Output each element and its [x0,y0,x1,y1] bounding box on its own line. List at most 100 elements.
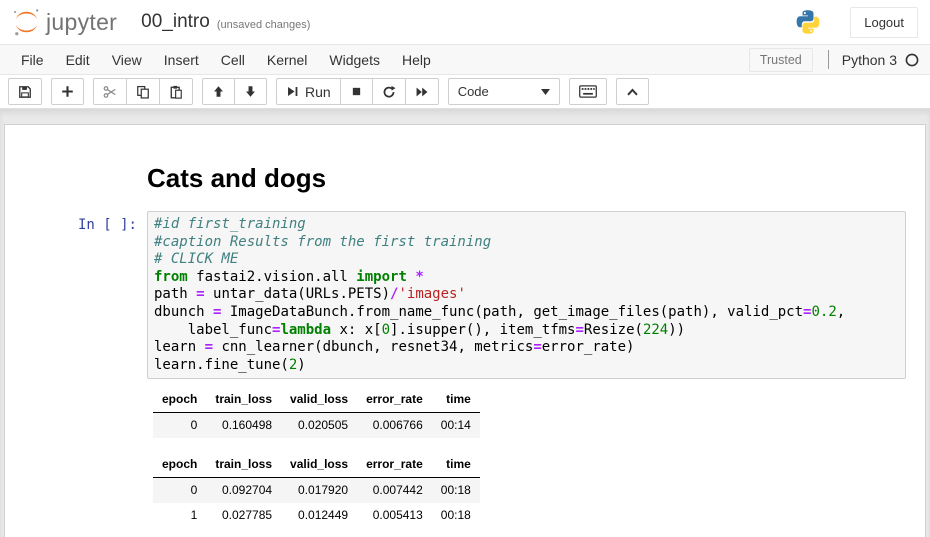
copy-cell-button[interactable] [126,78,160,105]
command-palette-button[interactable] [569,78,607,105]
code-area: #id first_training#caption Results from … [154,216,899,374]
code-line: #caption Results from the first training [154,234,899,252]
column-header: valid_loss [281,387,357,413]
table-cell: 0 [153,413,206,439]
kernel-status-icon [904,52,920,68]
column-header: epoch [153,452,206,478]
notebook-container: Cats and dogs In [ ]: #id first_training… [4,124,926,537]
column-header: time [432,387,480,413]
chevron-up-icon [626,87,639,97]
code-cell[interactable]: In [ ]: #id first_training#caption Resul… [5,211,925,379]
table-cell: 0.027785 [206,503,281,528]
code-input-area[interactable]: #id first_training#caption Results from … [147,211,906,379]
menu-item-insert[interactable]: Insert [153,52,210,68]
table-cell: 0 [153,478,206,504]
run-button[interactable]: Run [276,78,341,105]
menu-item-view[interactable]: View [101,52,153,68]
menu-item-help[interactable]: Help [391,52,442,68]
table-cell: 0.092704 [206,478,281,504]
menu-item-edit[interactable]: Edit [55,52,101,68]
menu-item-cell[interactable]: Cell [210,52,256,68]
menubar: File Edit View Insert Cell Kernel Widget… [0,44,930,75]
autosave-status: (unsaved changes) [217,14,311,31]
column-header: time [432,452,480,478]
markdown-cell-prompt [5,163,147,193]
table-cell: 0.020505 [281,413,357,439]
code-line: learn.fine_tune(2) [154,357,899,375]
table-cell: 0.006766 [357,413,432,439]
table-cell: 00:18 [432,478,480,504]
table-cell: 0.005413 [357,503,432,528]
paste-icon [169,85,183,99]
column-header: valid_loss [281,452,357,478]
interrupt-kernel-button[interactable] [340,78,373,105]
paste-cell-button[interactable] [159,78,193,105]
python-logo-icon [794,8,822,36]
table-cell: 0.160498 [206,413,281,439]
menubar-divider [828,50,829,69]
jupyter-logo-icon [10,6,43,39]
column-header: train_loss [206,452,281,478]
table-cell: 1 [153,503,206,528]
save-button[interactable] [8,78,42,105]
caret-down-icon [541,89,550,95]
kernel-name: Python 3 [842,52,897,68]
column-header: error_rate [357,452,432,478]
table-cell: 00:18 [432,503,480,528]
menubar-right: Trusted Python 3 [749,48,920,72]
jupyter-logo-text: jupyter [46,9,117,36]
code-line: label_func=lambda x: x[0].isupper(), ite… [154,322,899,340]
jupyter-logo[interactable]: jupyter [10,6,117,39]
cell-type-dropdown[interactable]: Code [448,78,560,105]
move-cell-down-button[interactable] [234,78,267,105]
arrow-up-icon [212,85,225,98]
menu-item-kernel[interactable]: Kernel [256,52,318,68]
header-right: Logout [794,7,920,38]
table-cell: 0.017920 [281,478,357,504]
code-line: learn = cnn_learner(dbunch, resnet34, me… [154,339,899,357]
menu-item-file[interactable]: File [10,52,55,68]
add-cell-button[interactable] [51,78,84,105]
markdown-cell[interactable]: Cats and dogs [5,145,925,211]
run-icon [286,85,299,98]
output-table: epochtrain_lossvalid_losserror_ratetime0… [153,452,480,528]
logout-button[interactable]: Logout [850,7,918,38]
header: jupyter 00_intro (unsaved changes) Logou… [0,0,930,44]
plus-icon [61,85,74,98]
scissors-icon [103,85,117,99]
fast-forward-icon [415,85,429,99]
column-header: train_loss [206,387,281,413]
table-row: 00.0927040.0179200.00744200:18 [153,478,480,504]
table-cell: 00:14 [432,413,480,439]
run-button-label: Run [305,84,331,100]
move-cell-up-button[interactable] [202,78,235,105]
cell-type-value: Code [458,84,489,99]
chevron-up-button[interactable] [616,78,649,105]
table-cell: 0.007442 [357,478,432,504]
restart-run-all-button[interactable] [405,78,439,105]
table-row: 00.1604980.0205050.00676600:14 [153,413,480,439]
trusted-badge: Trusted [749,48,813,72]
code-line: dbunch = ImageDataBunch.from_name_func(p… [154,304,899,322]
notebook-name[interactable]: 00_intro [141,11,210,33]
table-cell: 0.012449 [281,503,357,528]
code-cell-prompt: In [ ]: [5,211,147,379]
table-row: 10.0277850.0124490.00541300:18 [153,503,480,528]
save-icon [18,85,32,99]
arrow-down-icon [244,85,257,98]
restart-kernel-button[interactable] [372,78,406,105]
markdown-heading: Cats and dogs [147,163,326,193]
code-line: # CLICK ME [154,251,899,269]
output-table: epochtrain_lossvalid_losserror_ratetime0… [153,387,480,438]
page-background: Cats and dogs In [ ]: #id first_training… [0,109,930,537]
code-line: path = untar_data(URLs.PETS)/'images' [154,286,899,304]
restart-icon [382,85,396,99]
cut-cell-button[interactable] [93,78,127,105]
code-line: from fastai2.vision.all import * [154,269,899,287]
toolbar: Run Code [0,75,930,109]
copy-icon [136,85,150,99]
stop-icon [350,85,363,98]
keyboard-icon [579,85,597,98]
column-header: error_rate [357,387,432,413]
menu-item-widgets[interactable]: Widgets [318,52,391,68]
